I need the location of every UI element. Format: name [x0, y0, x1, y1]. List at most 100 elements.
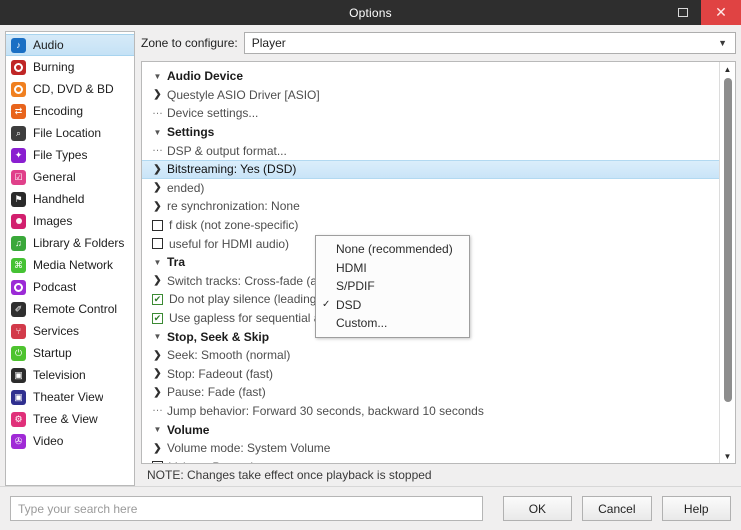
dropdown-item-custom[interactable]: Custom...	[316, 314, 469, 333]
tree-row[interactable]: … Jump behavior: Forward 30 seconds, back…	[142, 402, 719, 421]
collapse-triangle-icon[interactable]: ▼	[150, 258, 165, 267]
dropdown-item-s-pdif[interactable]: S/PDIF	[316, 277, 469, 296]
sidebar-item-cd-dvd-bd[interactable]: CD, DVD & BD	[6, 78, 134, 100]
gear-pink-icon: ⚙	[11, 411, 26, 427]
sidebar-item-encoding[interactable]: ⇄ Encoding	[6, 100, 134, 122]
sidebar-item-television[interactable]: ▣ Television	[6, 364, 134, 386]
dropdown-item-none-recommended[interactable]: None (recommended)	[316, 240, 469, 259]
ellipsis-icon[interactable]: …	[150, 105, 165, 122]
tree-row[interactable]: ❯ ended)	[142, 179, 719, 198]
chevron-down-icon[interactable]: ❯	[150, 164, 165, 175]
sidebar-item-services[interactable]: ⑂ Services	[6, 320, 134, 342]
checkbox-checked-icon[interactable]	[152, 293, 163, 305]
search-input[interactable]	[18, 501, 475, 516]
tree-row[interactable]: ❯ Volume mode: System Volume	[142, 439, 719, 458]
ellipsis-icon[interactable]: …	[150, 402, 165, 419]
sidebar-item-label: Television	[33, 368, 86, 382]
dropdown-item-label: S/PDIF	[336, 279, 375, 294]
sidebar-item-label: Services	[33, 324, 80, 338]
check-icon: ✓	[322, 299, 331, 311]
chevron-down-icon[interactable]: ❯	[150, 275, 165, 286]
sidebar-item-media-network[interactable]: ⌘ Media Network	[6, 254, 134, 276]
tree-row-label: Bitstreaming: Yes (DSD)	[167, 162, 297, 177]
tree-row[interactable]: ❯ Pause: Fade (fast)	[142, 383, 719, 402]
disc-burn-icon	[11, 59, 26, 75]
tree-row[interactable]: ❯ re synchronization: None	[142, 197, 719, 216]
sidebar-item-file-types[interactable]: ✦ File Types	[6, 144, 134, 166]
tree-row-label: Questyle ASIO Driver [ASIO]	[167, 87, 320, 102]
tree-row-label: ended)	[167, 180, 205, 195]
tree-row-label: re synchronization: None	[167, 199, 300, 214]
sidebar-item-label: CD, DVD & BD	[33, 82, 114, 96]
tree-row[interactable]: ❯ Seek: Smooth (normal)	[142, 346, 719, 365]
tree-row[interactable]: Volume Protection	[142, 457, 719, 463]
help-button[interactable]: Help	[661, 496, 731, 521]
sidebar-item-theater-view[interactable]: ▣ Theater View	[6, 386, 134, 408]
dropdown-item-dsd[interactable]: ✓ DSD	[316, 296, 469, 315]
sidebar-item-label: Podcast	[33, 280, 77, 294]
sidebar-item-tree-view[interactable]: ⚙ Tree & View	[6, 408, 134, 430]
sidebar-item-label: Video	[33, 434, 64, 448]
collapse-triangle-icon[interactable]: ▼	[150, 332, 165, 341]
scrollbar-track[interactable]	[720, 76, 736, 449]
sidebar-item-remote-control[interactable]: ✐ Remote Control	[6, 298, 134, 320]
tree-group-header[interactable]: ▼ Settings	[142, 123, 719, 142]
sidebar-item-video[interactable]: ✇ Video	[6, 430, 134, 452]
sidebar-item-label: Tree & View	[33, 412, 98, 426]
search-box[interactable]	[10, 496, 483, 521]
tree-row[interactable]: ❯ Questyle ASIO Driver [ASIO]	[142, 86, 719, 105]
icon-shape	[14, 62, 23, 72]
close-button[interactable]: ✕	[701, 0, 741, 25]
zone-select[interactable]: Player ▼	[243, 32, 736, 54]
category-sidebar[interactable]: ♪ Audio Burning CD, DVD & BD ⇄ Encoding ⌕ File …	[5, 31, 135, 486]
tree-row[interactable]: … Device settings...	[142, 104, 719, 123]
scroll-up-button[interactable]: ▲	[720, 62, 736, 76]
sidebar-item-burning[interactable]: Burning	[6, 56, 134, 78]
sidebar-item-label: Handheld	[33, 192, 85, 206]
sidebar-item-general[interactable]: ☑ General	[6, 166, 134, 188]
sidebar-item-images[interactable]: Images	[6, 210, 134, 232]
checkbox-checked-icon[interactable]	[152, 312, 163, 324]
bitstreaming-dropdown-menu[interactable]: None (recommended) HDMI S/PDIF ✓ DSD Custom..…	[315, 235, 470, 338]
chevron-down-icon[interactable]: ❯	[150, 368, 165, 379]
tree-group-header[interactable]: ▼ Audio Device	[142, 67, 719, 86]
scrollbar-thumb[interactable]	[723, 78, 732, 402]
checkbox-unchecked-icon[interactable]	[152, 461, 163, 463]
tree-row[interactable]: … DSP & output format...	[142, 141, 719, 160]
collapse-triangle-icon[interactable]: ▼	[150, 128, 165, 137]
checkbox-unchecked-icon[interactable]	[152, 219, 163, 231]
ok-button[interactable]: OK	[502, 496, 573, 521]
chevron-down-icon[interactable]: ❯	[150, 387, 165, 398]
checkbox-unchecked-icon[interactable]	[152, 238, 163, 250]
tree-row[interactable]: ❯ Bitstreaming: Yes (DSD)	[142, 159, 719, 179]
sidebar-item-handheld[interactable]: ⚑ Handheld	[6, 188, 134, 210]
maximize-button[interactable]	[665, 0, 701, 25]
collapse-triangle-icon[interactable]: ▼	[150, 72, 165, 81]
chevron-down-icon[interactable]: ❯	[150, 182, 165, 193]
tree-vertical-scrollbar[interactable]: ▲ ▼	[719, 62, 735, 463]
sidebar-item-library-folders[interactable]: ♫ Library & Folders	[6, 232, 134, 254]
sidebar-item-podcast[interactable]: Podcast	[6, 276, 134, 298]
chevron-down-icon[interactable]: ❯	[150, 89, 165, 100]
scroll-down-button[interactable]: ▼	[720, 449, 736, 463]
sidebar-item-file-location[interactable]: ⌕ File Location	[6, 122, 134, 144]
collapse-triangle-icon[interactable]: ▼	[150, 425, 165, 434]
chevron-down-icon[interactable]: ❯	[150, 201, 165, 212]
tree-row-label: Volume mode: System Volume	[167, 441, 331, 456]
cancel-button[interactable]: Cancel	[582, 496, 652, 521]
window-controls: ✕	[665, 0, 741, 25]
sidebar-item-label: Images	[33, 214, 73, 228]
sidebar-item-label: Library & Folders	[33, 236, 125, 250]
tree-row[interactable]: f disk (not zone-specific)	[142, 216, 719, 235]
tree-row[interactable]: ❯ Stop: Fadeout (fast)	[142, 365, 719, 384]
chevron-down-icon[interactable]: ❯	[150, 350, 165, 361]
window-title: Options	[349, 5, 392, 20]
chevron-down-icon[interactable]: ❯	[150, 443, 165, 454]
tree-group-header[interactable]: ▼ Volume	[142, 420, 719, 439]
tree-row-label: Settings	[167, 125, 215, 140]
sidebar-item-startup[interactable]: ⏻ Startup	[6, 342, 134, 364]
network-share-icon: ⌘	[11, 257, 26, 273]
ellipsis-icon[interactable]: …	[150, 142, 165, 159]
dropdown-item-hdmi[interactable]: HDMI	[316, 259, 469, 278]
sidebar-item-audio[interactable]: ♪ Audio	[6, 34, 134, 56]
